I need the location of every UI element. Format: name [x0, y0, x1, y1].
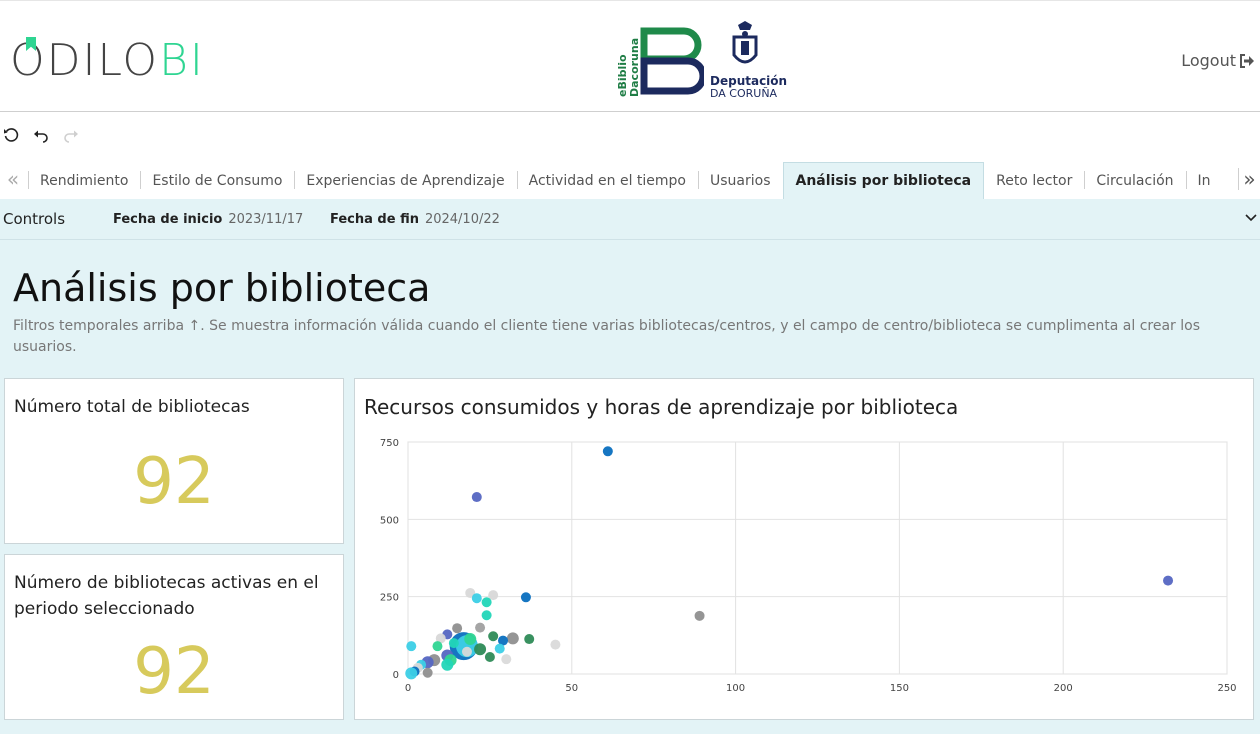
x-tick-label: 250	[1217, 683, 1236, 694]
scatter-point	[506, 632, 519, 645]
scatter-point	[474, 643, 487, 656]
sign-out-icon	[1240, 53, 1254, 68]
scatter-point	[494, 643, 505, 654]
app-header: ODILO BI eBiblio Dacoruna Deputación DA C…	[0, 0, 1260, 112]
client-logos: eBiblio Dacoruna Deputación DA CORUÑA	[610, 21, 790, 105]
tabs-prev-button[interactable]: «	[2, 167, 24, 191]
scatter-chart: 0 250 500 750 0 50 100 150 200 250	[380, 438, 1237, 694]
deputacion-crest-icon	[732, 21, 758, 64]
logout-button[interactable]: Logout	[1181, 51, 1254, 70]
logout-label: Logout	[1181, 51, 1236, 70]
y-tick-label: 750	[380, 438, 399, 449]
history-toolbar	[0, 124, 80, 146]
kpi-total-label: Número total de bibliotecas	[14, 397, 250, 417]
scatter-point	[464, 633, 477, 646]
tab-experiencias-de-aprendizaje[interactable]: Experiencias de Aprendizaje	[294, 162, 516, 199]
scatter-point	[524, 634, 535, 645]
scatter-point	[471, 593, 482, 604]
start-date-control[interactable]: Fecha de inicio 2023/11/17	[113, 212, 303, 227]
chart-title: Recursos consumidos y horas de aprendiza…	[364, 395, 959, 419]
end-date-value: 2024/10/22	[424, 212, 500, 227]
kpi-active-value: 92	[133, 635, 215, 709]
scatter-point	[550, 639, 561, 650]
reset-icon	[4, 128, 19, 142]
end-date-control[interactable]: Fecha de fin 2024/10/22	[330, 212, 500, 227]
page-title: Análisis por biblioteca	[13, 266, 431, 310]
kpi-active-libraries-card: Número de bibliotecas activas en el peri…	[4, 554, 344, 720]
scatter-point	[406, 641, 417, 652]
redo-icon	[64, 130, 78, 143]
tab-bar: « Rendimiento Estilo de Consumo Experien…	[0, 162, 1260, 199]
scatter-point	[481, 597, 492, 608]
tab-rendimiento[interactable]: Rendimiento	[28, 162, 140, 199]
scatter-point	[484, 651, 495, 662]
scatter-point	[448, 638, 459, 649]
scatter-point	[602, 446, 613, 457]
x-tick-label: 200	[1054, 683, 1073, 694]
scatter-point	[441, 658, 454, 671]
scatter-point	[501, 654, 512, 665]
scatter-point	[452, 623, 463, 634]
scatter-point	[471, 492, 482, 503]
tab-reto-lector[interactable]: Reto lector	[984, 162, 1084, 199]
reset-button[interactable]	[2, 126, 20, 144]
undo-icon	[34, 130, 48, 143]
tab-actividad-en-el-tiempo[interactable]: Actividad en el tiempo	[516, 162, 698, 199]
start-date-label: Fecha de inicio	[113, 212, 223, 227]
brand-accent-text: BI	[159, 35, 205, 86]
scatter-point	[694, 610, 705, 621]
undo-button[interactable]	[32, 126, 50, 144]
end-date-label: Fecha de fin	[330, 212, 419, 227]
scatter-point	[481, 610, 492, 621]
tab-list: Rendimiento Estilo de Consumo Experienci…	[28, 162, 1210, 199]
scatter-point	[405, 667, 418, 680]
scatter-point	[475, 622, 486, 633]
kpi-total-libraries-card: Número total de bibliotecas 92	[4, 378, 344, 544]
y-tick-label: 500	[380, 515, 399, 526]
tab-circulacion[interactable]: Circulación	[1084, 162, 1185, 199]
kpi-active-label: Número de bibliotecas activas en el peri…	[14, 573, 319, 619]
tab-analisis-por-biblioteca[interactable]: Análisis por biblioteca	[782, 162, 985, 199]
scatter-point	[432, 641, 443, 652]
tab-estilo-de-consumo[interactable]: Estilo de Consumo	[140, 162, 294, 199]
double-chevron-right-icon: »	[1243, 167, 1256, 191]
redo-button[interactable]	[62, 126, 80, 144]
page-description: Filtros temporales arriba ↑. Se muestra …	[13, 318, 1200, 355]
y-tick-label: 250	[380, 593, 399, 604]
tabs-next-button[interactable]: »	[1238, 167, 1260, 191]
kpi-total-value: 92	[133, 445, 215, 519]
deputacion-subtitle: DA CORUÑA	[710, 87, 778, 100]
ebiblio-text: eBiblio Dacoruna	[610, 25, 641, 97]
scatter-point	[520, 592, 531, 603]
ebiblio-b-logo-icon	[640, 27, 704, 95]
scatter-point	[422, 667, 433, 678]
start-date-value: 2023/11/17	[228, 212, 304, 227]
y-tick-label: 0	[393, 670, 399, 681]
x-tick-label: 150	[890, 683, 909, 694]
main-content: Análisis por biblioteca Filtros temporal…	[0, 240, 1260, 734]
controls-label: Controls	[3, 210, 66, 228]
odilo-bi-logo[interactable]: ODILO BI	[10, 35, 205, 86]
x-tick-label: 50	[565, 683, 578, 694]
x-tick-label: 100	[726, 683, 745, 694]
x-tick-label: 0	[405, 683, 411, 694]
tab-in[interactable]: In	[1185, 162, 1210, 199]
tab-usuarios[interactable]: Usuarios	[698, 162, 783, 199]
controls-bar: Controls Fecha de inicio 2023/11/17 Fecha…	[0, 199, 1260, 240]
scatter-point	[461, 646, 472, 657]
scatter-point	[488, 631, 499, 642]
chevron-down-icon[interactable]	[1244, 211, 1258, 225]
double-chevron-left-icon: «	[6, 167, 20, 191]
scatter-chart-card: Recursos consumidos y horas de aprendiza…	[354, 378, 1254, 720]
scatter-point	[1163, 575, 1174, 586]
